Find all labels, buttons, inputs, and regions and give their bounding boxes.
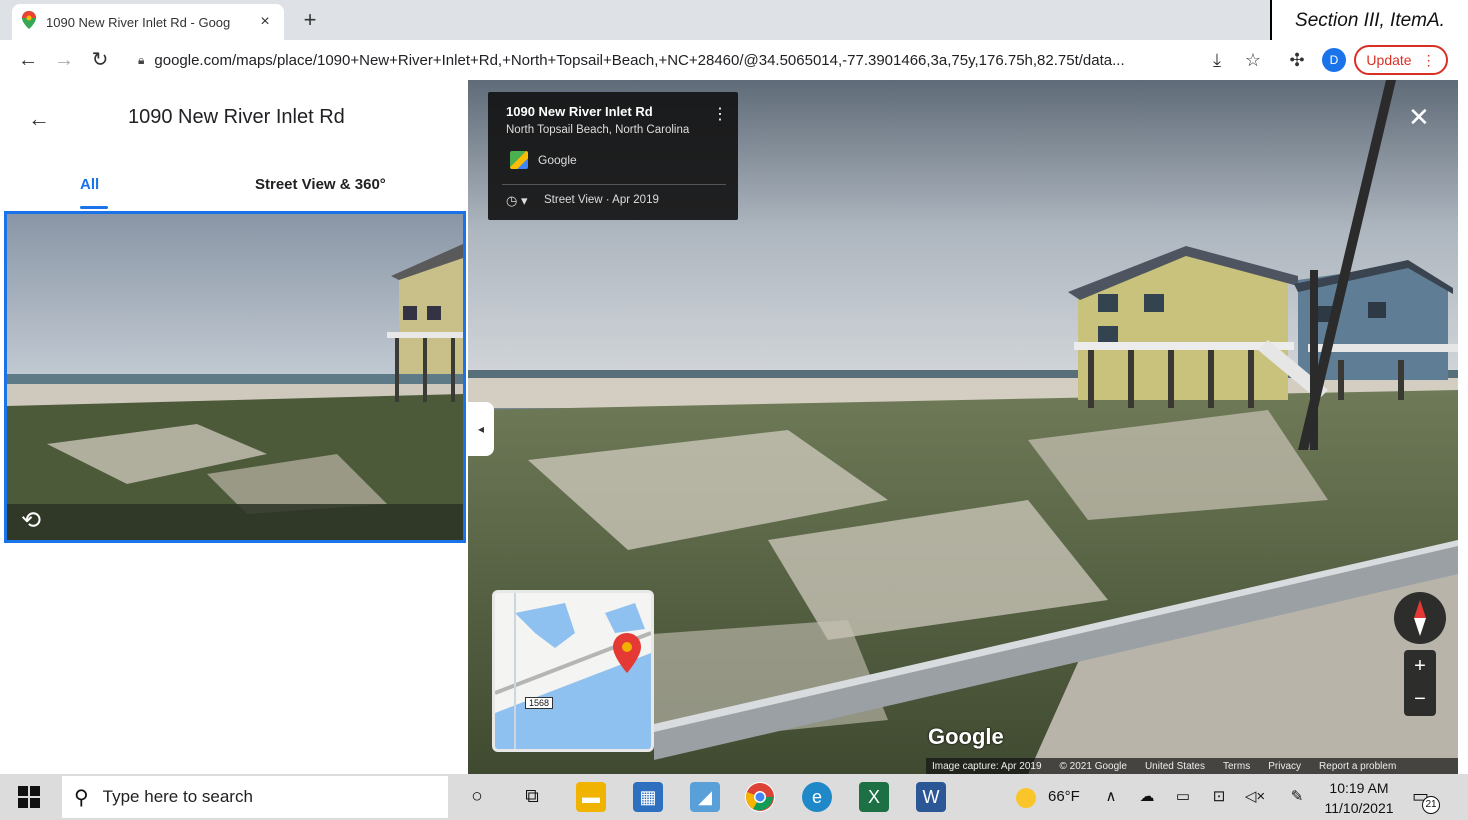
copyright: © 2021 Google [1059, 760, 1127, 772]
close-street-view-icon[interactable]: ✕ [1408, 102, 1430, 133]
notification-count-badge: 21 [1422, 796, 1440, 814]
speaker-muted-icon[interactable]: ◁× [1244, 787, 1266, 805]
compass-icon[interactable] [1394, 592, 1446, 644]
address-bar[interactable]: 🔒︎ google.com/maps/place/1090+New+River+… [128, 46, 1198, 74]
cortana-circle-icon[interactable]: ○ [464, 784, 490, 810]
tab-title: 1090 New River Inlet Rd - Goog [46, 14, 231, 30]
maps-pin-icon [22, 10, 36, 34]
chrome-icon[interactable] [745, 782, 775, 812]
rotate-360-icon: ⟲ [21, 507, 42, 534]
profile-avatar[interactable]: D [1322, 48, 1346, 72]
tab-street-view-360[interactable]: Street View & 360° [255, 176, 386, 193]
zoom-in-button[interactable]: + [1404, 650, 1436, 683]
edge-icon[interactable]: e [802, 782, 832, 812]
street-view-pane[interactable]: 1090 New River Inlet Rd North Topsail Be… [468, 80, 1458, 774]
image-capture-date: Image capture: Apr 2019 [932, 760, 1042, 772]
network-icon[interactable]: ⊡ [1208, 787, 1230, 805]
task-view-icon[interactable]: ⧉ [519, 784, 545, 810]
update-label: Update [1366, 52, 1412, 68]
word-icon[interactable]: W [916, 782, 946, 812]
document-stamp: Section III, ItemA. [1270, 0, 1468, 44]
card-title: 1090 New River Inlet Rd [506, 104, 653, 119]
new-tab-button[interactable]: + [296, 6, 324, 34]
install-app-icon[interactable]: ⤓ [1206, 49, 1228, 71]
privacy-link[interactable]: Privacy [1268, 761, 1301, 772]
taskbar-search[interactable]: ⚲ Type here to search [62, 776, 448, 818]
search-placeholder: Type here to search [102, 787, 253, 806]
terms-link[interactable]: Terms [1223, 761, 1250, 772]
report-problem-link[interactable]: Report a problem [1319, 761, 1396, 772]
photos-side-panel: ← 1090 New River Inlet Rd All Street Vie… [0, 80, 468, 774]
collapse-panel-button[interactable]: ◂ [468, 402, 494, 456]
windows-taskbar: ⚲ Type here to search ○ ⧉ ▬ ▦ ◢ e X W 66… [0, 774, 1468, 820]
zoom-out-button[interactable]: − [1404, 683, 1436, 716]
location-info-card: 1090 New River Inlet Rd North Topsail Be… [488, 92, 738, 220]
url-text: google.com/maps/place/1090+New+River+Inl… [154, 51, 1125, 69]
weather-temperature[interactable]: 66°F [1048, 788, 1080, 805]
time-travel-clock-icon[interactable]: ◷ ▾ [506, 193, 527, 209]
google-maps-logo-icon [510, 151, 528, 169]
capture-date: Street View · Apr 2019 [544, 194, 659, 206]
street-view-thumbnail[interactable]: ⟲ [4, 211, 466, 543]
forward-arrow-icon[interactable]: → [52, 48, 76, 72]
zoom-control: + − [1404, 650, 1436, 716]
minimap[interactable]: 1568 [492, 590, 654, 752]
browser-tab-bar: 1090 New River Inlet Rd - Goog × + [0, 0, 1468, 40]
extensions-puzzle-icon[interactable]: ✣ [1286, 49, 1308, 71]
route-shield: 1568 [525, 697, 554, 709]
tab-all-indicator [80, 206, 108, 209]
tab-all[interactable]: All [80, 176, 99, 193]
paper-app-icon[interactable]: ◢ [690, 782, 720, 812]
clock-date: 11/10/2021 [1324, 800, 1394, 816]
update-button[interactable]: Update ⋮ [1354, 45, 1448, 75]
menu-dots-icon: ⋮ [1421, 51, 1436, 68]
windows-start-icon[interactable] [18, 786, 40, 808]
onedrive-cloud-icon[interactable]: ☁ [1136, 787, 1158, 805]
file-explorer-icon[interactable]: ▬ [576, 782, 606, 812]
bookmark-star-icon[interactable]: ☆ [1242, 49, 1264, 71]
imagery-footer: Image capture: Apr 2019 © 2021 Google Un… [926, 758, 1458, 774]
card-subtitle: North Topsail Beach, North Carolina [506, 124, 690, 136]
card-provider: Google [538, 153, 577, 167]
tray-chevron-up-icon[interactable]: ∧ [1100, 787, 1122, 805]
pen-icon[interactable]: ✎ [1286, 787, 1308, 805]
browser-toolbar: ← → ↻ 🔒︎ google.com/maps/place/1090+New+… [0, 40, 1468, 80]
country-link[interactable]: United States [1145, 761, 1205, 772]
battery-icon[interactable]: ▭ [1172, 787, 1194, 805]
browser-tab-maps[interactable]: 1090 New River Inlet Rd - Goog × [12, 4, 284, 40]
lock-icon: 🔒︎ [138, 52, 145, 67]
search-icon: ⚲ [74, 786, 89, 809]
panel-title: 1090 New River Inlet Rd [128, 106, 345, 128]
weather-sun-icon[interactable] [1016, 788, 1036, 808]
system-clock[interactable]: 10:19 AM 11/10/2021 [1318, 778, 1400, 818]
excel-icon[interactable]: X [859, 782, 889, 812]
card-more-icon[interactable]: ⋮ [712, 104, 728, 124]
card-divider [502, 184, 726, 185]
tab-close-icon[interactable]: × [256, 13, 274, 31]
clock-time: 10:19 AM [1329, 780, 1389, 796]
calculator-icon[interactable]: ▦ [633, 782, 663, 812]
google-watermark: Google [928, 724, 1004, 749]
back-arrow-icon[interactable]: ← [16, 48, 40, 72]
reload-icon[interactable]: ↻ [88, 48, 112, 72]
panel-back-arrow-icon[interactable]: ← [28, 106, 50, 132]
